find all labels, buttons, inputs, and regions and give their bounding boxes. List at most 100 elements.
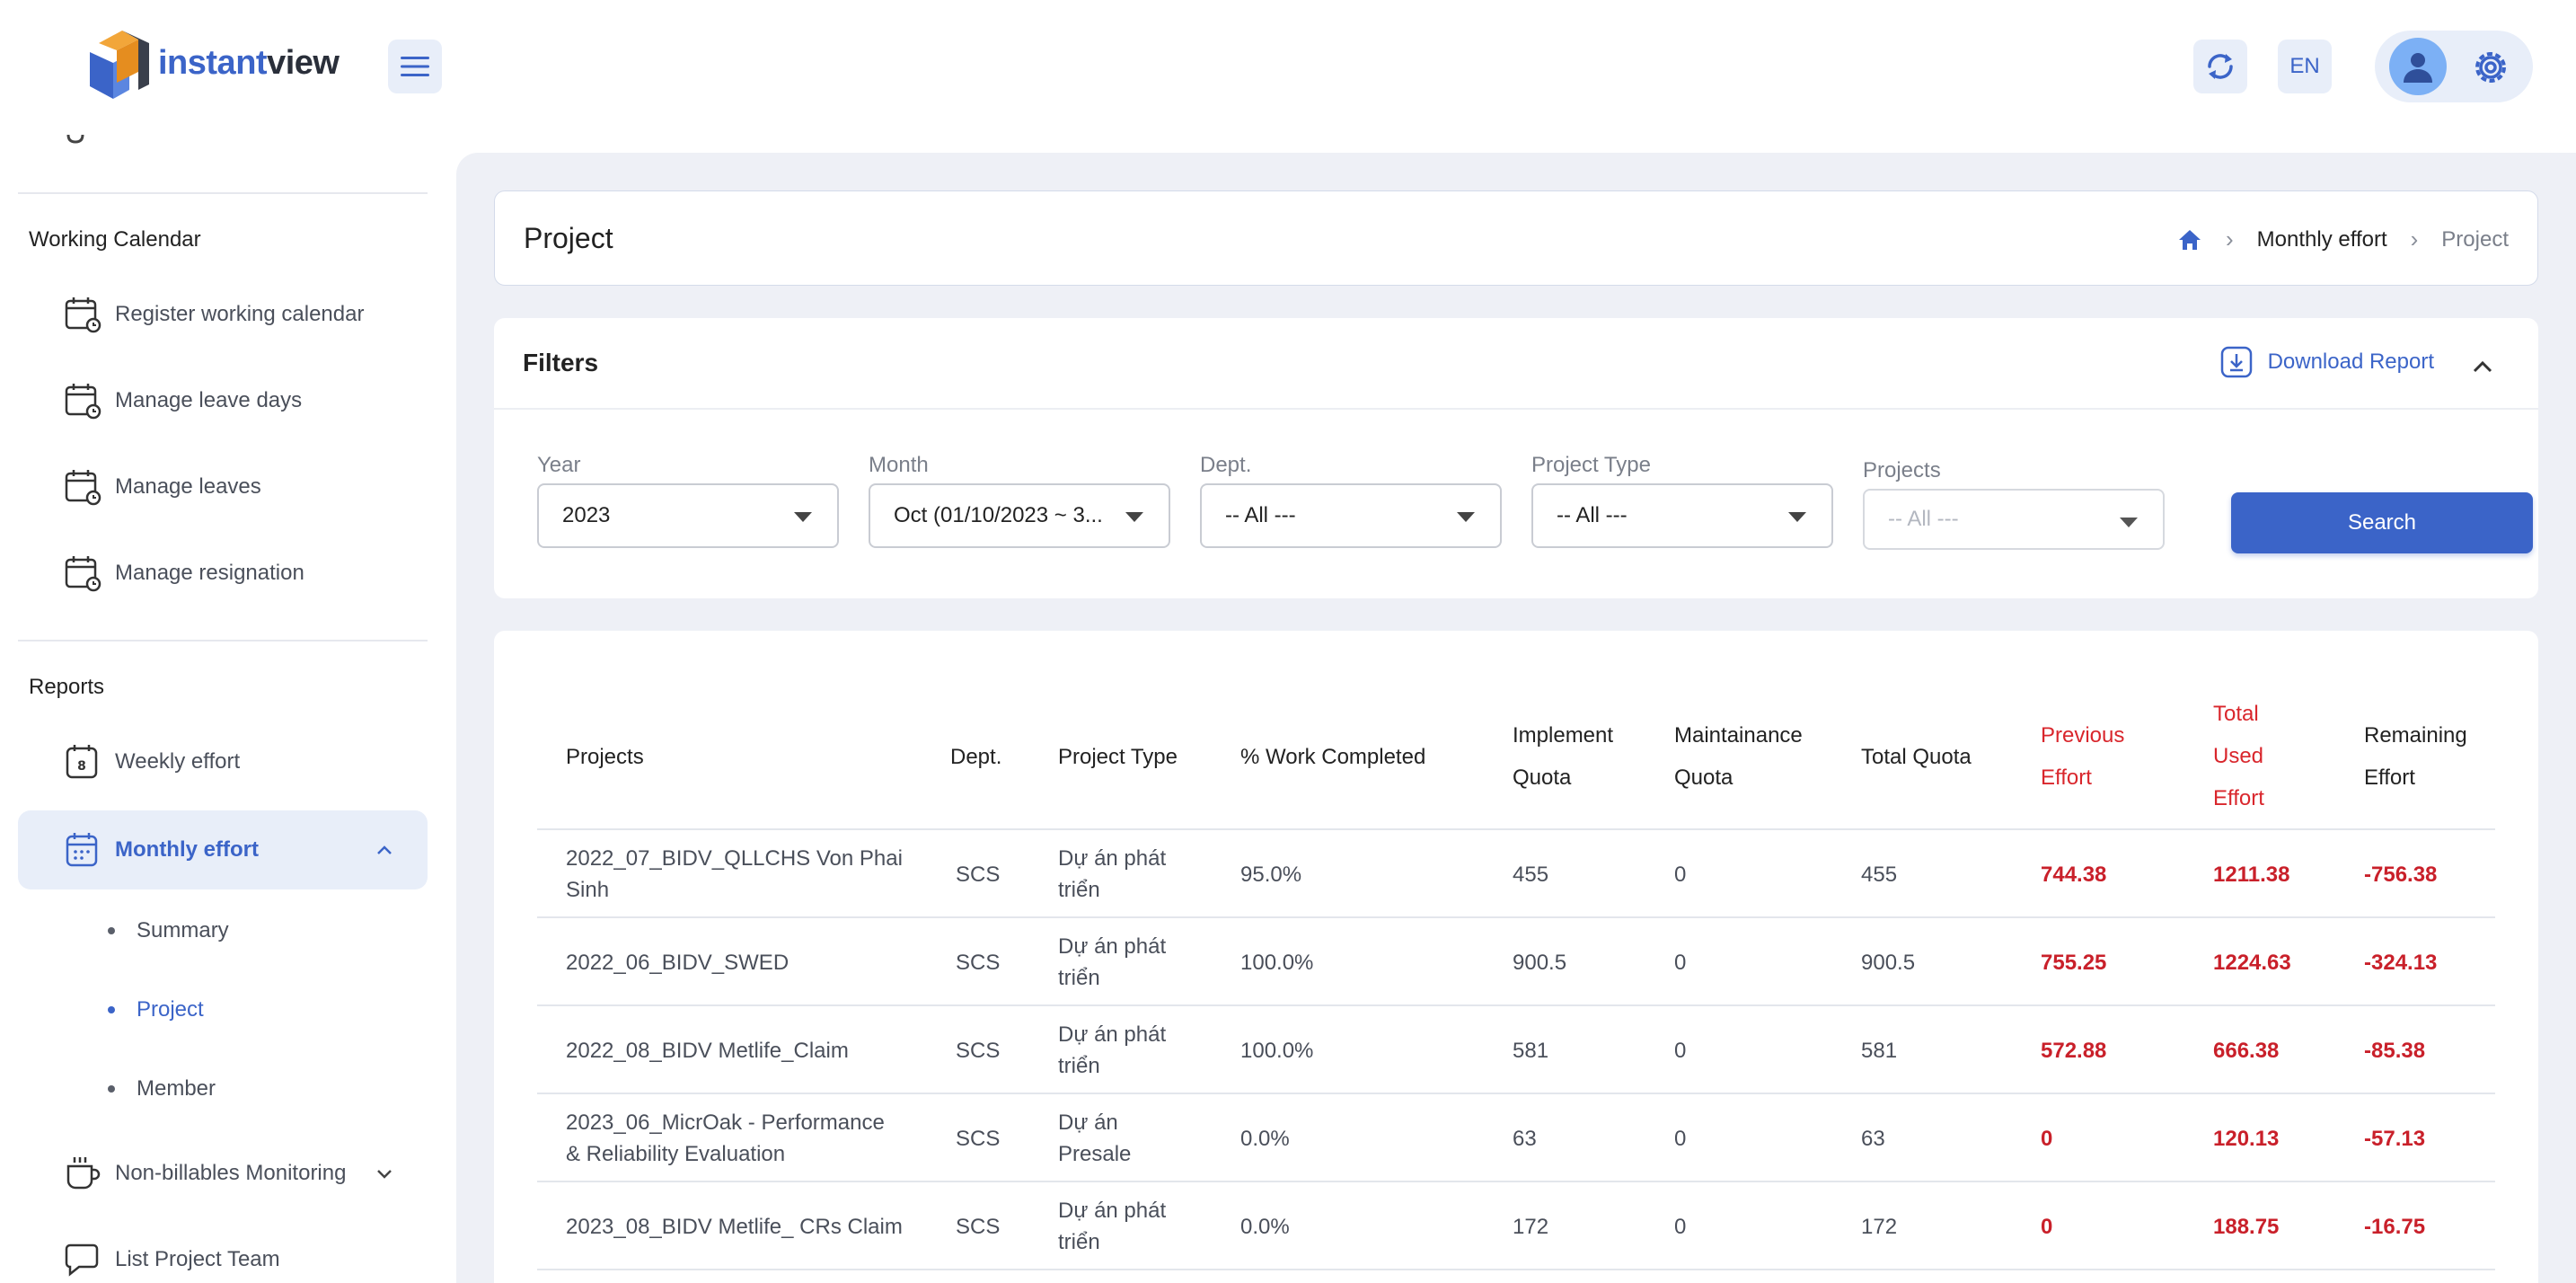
project-type-value: -- All --- [1557, 503, 1628, 527]
year-value: 2023 [562, 503, 611, 527]
dept-select-box[interactable]: -- All --- [1200, 483, 1502, 548]
header-projects[interactable]: Projects [566, 736, 644, 778]
table-row[interactable]: 2022_07_BIDV_QLLCHS Von Phai Sinh SCS Dự … [537, 830, 2495, 918]
header-total-used-effort[interactable]: Total Used Effort [2213, 693, 2264, 819]
sidebar-item-manage-leave-days[interactable]: Manage leave days [18, 361, 428, 440]
month-label: Month [869, 453, 929, 477]
sidebar-divider [18, 640, 428, 642]
cell-work-completed: 95.0% [1240, 863, 1302, 887]
cell-remaining-effort: -57.13 [2364, 1127, 2426, 1151]
cell-dept: SCS [956, 1215, 1001, 1239]
header-implement-quota[interactable]: Implement Quota [1513, 714, 1613, 799]
cell-project: 2022_06_BIDV_SWED [566, 951, 790, 975]
results-table-card: Projects Dept. Project Type % Work Compl… [494, 631, 2538, 1283]
cell-remaining-effort: -324.13 [2364, 951, 2438, 975]
header-project-type[interactable]: Project Type [1058, 736, 1178, 778]
cell-work-completed: 100.0% [1240, 1039, 1314, 1063]
app-logo[interactable]: instantview [86, 27, 340, 99]
breadcrumb: › Monthly effort › Project [2177, 226, 2509, 253]
avatar[interactable] [2389, 38, 2447, 95]
download-report-button[interactable]: Download Report [2219, 345, 2434, 379]
cell-total-quota: 900.5 [1861, 951, 1916, 975]
cell-work-completed: 0.0% [1240, 1215, 1290, 1239]
sidebar-subitem-project[interactable]: Project [108, 997, 204, 1022]
svg-text:8: 8 [77, 759, 86, 774]
sidebar-section-reports: Reports [29, 675, 105, 699]
home-icon[interactable] [2177, 228, 2202, 252]
gear-icon[interactable] [2470, 47, 2511, 88]
sidebar-subitem-summary[interactable]: Summary [108, 918, 229, 943]
header-dept[interactable]: Dept. [950, 736, 1001, 778]
main-content: Project › Monthly effort › Project Filte… [456, 153, 2576, 1283]
cell-total-used-effort: 666.38 [2213, 1039, 2280, 1063]
cell-project: 2023_06_MicrOak - Performance & Reliabili… [566, 1110, 885, 1166]
projects-select-box[interactable]: -- All --- [1863, 489, 2165, 550]
header-previous-effort[interactable]: Previous Effort [2041, 714, 2124, 799]
cell-total-quota: 172 [1861, 1215, 1898, 1239]
project-type-select-box[interactable]: -- All --- [1531, 483, 1833, 548]
table-row[interactable]: 2022_08_BIDV Metlife_Claim SCS Dự án phá… [537, 1006, 2495, 1094]
year-select-box[interactable]: 2023 [537, 483, 839, 548]
breadcrumb-monthly-effort[interactable]: Monthly effort [2257, 227, 2387, 252]
sidebar-item-register-working-calendar[interactable]: Register working calendar [18, 275, 428, 354]
sidebar-item-label: Manage leaves [115, 474, 261, 499]
sidebar-item-list-project-team[interactable]: List Project Team [18, 1220, 428, 1283]
sidebar-subitem-member[interactable]: Member [108, 1076, 216, 1102]
projects-label: Projects [1863, 458, 1941, 482]
cell-maintainance-quota: 0 [1674, 951, 1687, 975]
table-row[interactable]: 2023_08_BIDV Metlife_ CRs Claim SCS Dự á… [537, 1182, 2495, 1270]
table-header-row: Projects Dept. Project Type % Work Compl… [537, 685, 2495, 830]
cell-previous-effort: 572.88 [2041, 1039, 2107, 1063]
chevron-up-icon[interactable] [2470, 354, 2495, 379]
hamburger-icon [401, 57, 429, 76]
dept-value: -- All --- [1225, 503, 1296, 527]
sidebar-item-manage-leaves[interactable]: Manage leaves [18, 447, 428, 526]
download-report-label: Download Report [2267, 350, 2434, 374]
year-label: Year [537, 453, 581, 477]
header-maintainance-quota[interactable]: Maintainance Quota [1674, 714, 1803, 799]
sidebar-divider [18, 192, 428, 194]
header-remaining-effort[interactable]: Remaining Effort [2364, 714, 2467, 799]
sync-button[interactable] [2193, 40, 2247, 93]
calendar-clock-icon [65, 384, 101, 420]
month-select[interactable]: Month Oct (01/10/2023 ~ 3... [869, 453, 1170, 548]
month-select-box[interactable]: Oct (01/10/2023 ~ 3... [869, 483, 1170, 548]
filters-card: Filters Download Report Year 2023 Month … [494, 318, 2538, 598]
sidebar-item-manage-resignation[interactable]: Manage resignation [18, 534, 428, 613]
project-type-select[interactable]: Project Type -- All --- [1531, 453, 1833, 548]
user-menu[interactable] [2375, 31, 2533, 102]
table-row[interactable]: 2022_06_BIDV_SWED SCS Dự án phát triển 10… [537, 918, 2495, 1006]
header-total-quota[interactable]: Total Quota [1861, 736, 1972, 778]
projects-value: -- All --- [1888, 507, 1959, 531]
page-title-card: Project › Monthly effort › Project [494, 190, 2538, 286]
caret-down-icon [2120, 518, 2138, 527]
menu-toggle-button[interactable] [388, 40, 442, 93]
header-work-completed[interactable]: % Work Completed [1240, 736, 1425, 778]
cell-implement-quota: 581 [1513, 1039, 1549, 1063]
search-button[interactable]: Search [2231, 492, 2533, 553]
sidebar-section-working-calendar: Working Calendar [29, 227, 201, 252]
sync-icon [2208, 54, 2233, 79]
cell-project: 2022_07_BIDV_QLLCHS Von Phai Sinh [566, 846, 903, 902]
sidebar-item-label: Non-billables Monitoring [115, 1161, 347, 1185]
sidebar-item-monthly-effort[interactable]: Monthly effort [18, 810, 428, 889]
projects-select[interactable]: Projects -- All --- [1863, 458, 2165, 550]
sidebar-item-label: Monthly effort [115, 837, 259, 862]
cell-total-used-effort: 1224.63 [2213, 951, 2291, 975]
breadcrumb-separator: › [2410, 226, 2419, 252]
bullet-icon [108, 1085, 115, 1093]
cell-project: 2023_08_BIDV Metlife_ CRs Claim [566, 1215, 903, 1239]
cell-total-quota: 455 [1861, 863, 1898, 887]
sidebar-item-label: Manage leave days [115, 388, 303, 412]
dept-select[interactable]: Dept. -- All --- [1200, 453, 1502, 548]
cell-maintainance-quota: 0 [1674, 1215, 1687, 1239]
cell-total-quota: 581 [1861, 1039, 1898, 1063]
sidebar-item-label: List Project Team [115, 1247, 280, 1271]
effort-table: Projects Dept. Project Type % Work Compl… [537, 685, 2495, 1270]
table-row[interactable]: 2023_06_MicrOak - Performance & Reliabili… [537, 1094, 2495, 1182]
sidebar-item-non-billables-monitoring[interactable]: Non-billables Monitoring [18, 1134, 428, 1213]
cell-work-completed: 0.0% [1240, 1127, 1290, 1151]
language-button[interactable]: EN [2278, 40, 2332, 93]
sidebar-item-weekly-effort[interactable]: 8 Weekly effort [18, 722, 428, 801]
year-select[interactable]: Year 2023 [537, 453, 839, 548]
